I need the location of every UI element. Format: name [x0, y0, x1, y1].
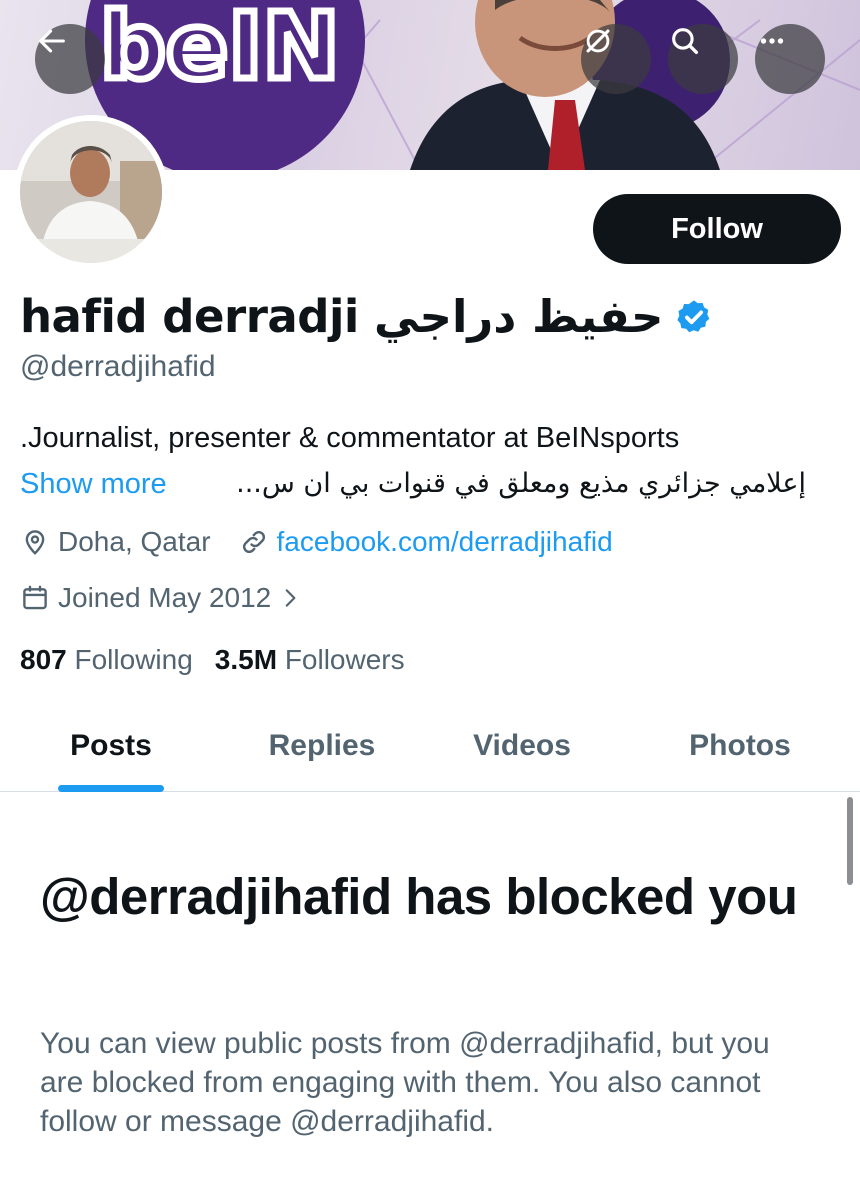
tab-photos[interactable]: Photos [650, 700, 830, 792]
verified-badge-icon[interactable] [675, 298, 713, 336]
profile-meta-row: Doha, Qatar facebook.com/derradjihafid [20, 526, 613, 558]
bio-text: .Journalist, presenter & commentator at … [20, 422, 680, 454]
bio-arabic-text: إعلامي جزائري مذيع ومعلق في قنوات بي ان … [236, 468, 806, 499]
chevron-right-icon [285, 589, 296, 607]
location-item: Doha, Qatar [20, 526, 211, 558]
following-label: Following [74, 644, 193, 675]
arrow-left-icon [39, 29, 65, 53]
profile-handle: @derradjihafid [20, 350, 216, 383]
location-text: Doha, Qatar [58, 526, 211, 557]
display-name: hafid derradji حفيظ دراجي [20, 290, 664, 343]
grok-icon [586, 29, 610, 53]
link-icon [242, 530, 265, 554]
follow-button[interactable]: Follow [593, 194, 841, 264]
website-link[interactable]: facebook.com/derradjihafid [277, 526, 613, 558]
following-count: 807 [20, 644, 67, 675]
tab-posts[interactable]: Posts [20, 700, 202, 792]
avatar-image [20, 121, 162, 263]
followers-stat[interactable]: 3.5M Followers [215, 644, 405, 676]
profile-tabs: Posts Replies Videos Photos [0, 700, 860, 792]
grok-button[interactable] [581, 24, 651, 94]
calendar-icon [23, 585, 47, 610]
blocked-title: @derradjihafid has blocked you [40, 868, 798, 925]
followers-label: Followers [284, 644, 405, 675]
svg-text:beIN: beIN [100, 0, 339, 100]
search-icon [672, 28, 699, 55]
blocked-message: You can view public posts from @derradji… [40, 1027, 770, 1138]
profile-page: beIN Follow hafid derradji حفيظ دراجي @d… [0, 0, 860, 1200]
bio-second-line: Show more إعلامي جزائري مذيع ومعلق في قن… [20, 468, 840, 508]
following-stat[interactable]: 807 Following [20, 644, 193, 676]
joined-text: Joined May 2012 [58, 582, 272, 613]
more-horizontal-icon [760, 38, 784, 44]
tab-videos[interactable]: Videos [440, 700, 604, 792]
followers-count: 3.5M [214, 644, 278, 675]
more-button[interactable] [755, 24, 825, 94]
back-button[interactable] [35, 24, 105, 94]
search-button[interactable] [668, 24, 738, 94]
active-tab-indicator [58, 785, 164, 792]
scrollbar[interactable] [847, 797, 853, 885]
follow-stats: 807 Following 3.5M Followers [20, 644, 405, 676]
joined-row[interactable]: Joined May 2012 [20, 582, 311, 614]
tab-replies[interactable]: Replies [230, 700, 414, 792]
location-pin-icon [25, 530, 45, 555]
avatar[interactable] [14, 115, 168, 269]
show-more-link[interactable]: Show more [20, 468, 167, 501]
website-item[interactable]: facebook.com/derradjihafid [239, 526, 613, 558]
profile-name-row: hafid derradji حفيظ دراجي [20, 290, 713, 343]
